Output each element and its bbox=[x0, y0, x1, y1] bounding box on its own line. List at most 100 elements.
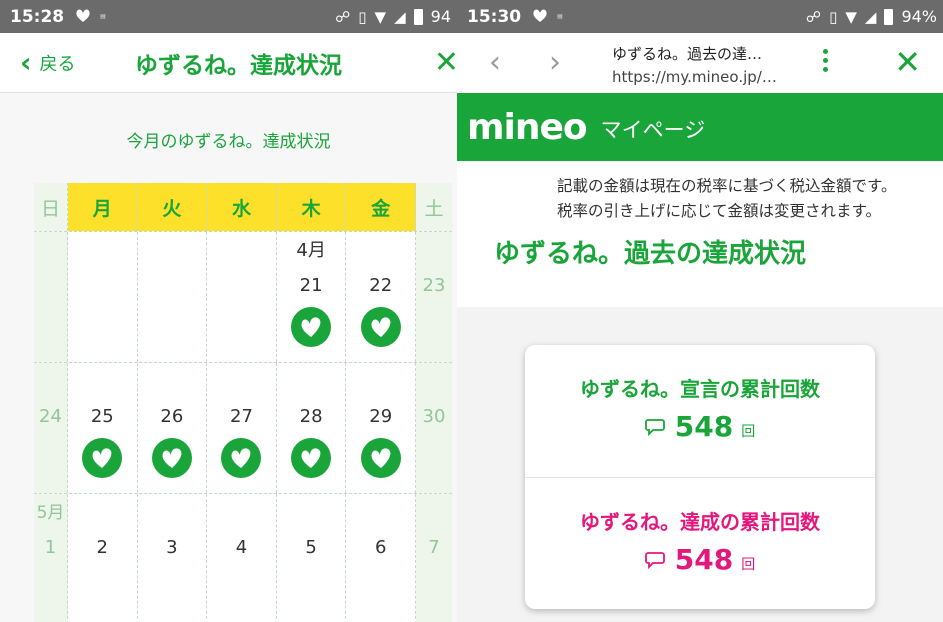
calendar-day-cell: 27 bbox=[207, 363, 277, 493]
achievement-heart-icon bbox=[82, 438, 123, 478]
calendar-week-row: 5月 1 2 3 4 5 6 7 bbox=[34, 493, 452, 622]
month-label: 5月 bbox=[36, 503, 65, 523]
calendar-day-cell: 5 bbox=[276, 494, 347, 622]
mineo-notification-icon bbox=[74, 7, 92, 27]
notice-line-1: 記載の金額は現在の税率に基づく税込金額です。 bbox=[557, 177, 897, 195]
calendar-day-cell: 5月 1 bbox=[34, 494, 68, 622]
calendar-day-cell: 6 bbox=[346, 494, 417, 622]
browser-close-button[interactable]: ✕ bbox=[894, 43, 921, 81]
page-tab-title: ゆずるね。過去の達… bbox=[612, 45, 763, 63]
achievement-heart-icon bbox=[360, 438, 401, 478]
calendar-day-cell: 7 bbox=[416, 494, 452, 622]
status-bar-left: 15:28 ▤ ☍ ▯ ▼ ◢ 94 bbox=[0, 0, 457, 33]
calendar-day-cell: 23 bbox=[416, 232, 452, 362]
stat-unit: 回 bbox=[741, 424, 756, 440]
weekday-sat: 土 bbox=[416, 183, 452, 231]
wifi-icon: ▼ bbox=[374, 7, 387, 26]
month-status-heading: 今月のゆずるね。達成状況 bbox=[126, 132, 331, 152]
news-icon: ▤ bbox=[557, 12, 563, 20]
status-icons: ☍ ▯ ▼ ◢ 94 bbox=[335, 7, 451, 26]
day-number: 7 bbox=[428, 537, 440, 558]
mypage-label: マイページ bbox=[600, 118, 706, 142]
signal-icon: ◢ bbox=[864, 7, 877, 26]
calendar-day-cell bbox=[34, 232, 68, 362]
browser-screen: ‹ › ゆずるね。過去の達… https://my.mineo.jp/… ✕ m… bbox=[457, 33, 943, 622]
weekday-fri: 金 bbox=[346, 183, 417, 231]
calendar-weekday-header: 日 月 火 水 木 金 土 bbox=[34, 183, 452, 231]
calendar-day-cell bbox=[137, 232, 208, 362]
weekday-mon: 月 bbox=[67, 183, 138, 231]
calendar-day-cell bbox=[207, 232, 277, 362]
calendar-day-cell: 28 bbox=[276, 363, 347, 493]
day-number: 28 bbox=[299, 406, 323, 427]
day-number: 23 bbox=[422, 275, 446, 296]
calendar-day-cell: 30 bbox=[416, 363, 452, 493]
achievement-heart-icon bbox=[151, 438, 192, 478]
calendar-day-cell: 2 bbox=[67, 494, 138, 622]
more-vert-icon bbox=[823, 49, 828, 54]
vibrate-icon: ▯ bbox=[829, 7, 838, 26]
page-title: ゆずるね。達成状況 bbox=[135, 52, 342, 79]
achievement-heart-icon bbox=[221, 438, 262, 478]
calendar-week-row: 4月 21 22 23 bbox=[34, 231, 452, 362]
status-time: 15:28 bbox=[10, 6, 65, 27]
back-button[interactable]: ‹ 戻る bbox=[20, 45, 76, 79]
address-bar[interactable]: ゆずるね。過去の達… https://my.mineo.jp/… bbox=[612, 43, 782, 86]
app-header: ‹ 戻る ゆずるね。達成状況 ✕ bbox=[0, 33, 457, 93]
status-time: 15:30 bbox=[467, 6, 522, 27]
back-label: 戻る bbox=[39, 53, 76, 75]
calendar-day-cell: 24 bbox=[34, 363, 68, 493]
day-number: 3 bbox=[166, 537, 178, 558]
day-number: 27 bbox=[230, 406, 253, 427]
weekday-tue: 火 bbox=[137, 183, 208, 231]
calendar-day-cell: 22 bbox=[346, 232, 417, 362]
achievement-heart-icon bbox=[360, 307, 401, 347]
battery-icon bbox=[413, 8, 423, 25]
day-number: 2 bbox=[96, 537, 108, 558]
stat-unit: 回 bbox=[741, 557, 756, 573]
brand-bar: mineo マイページ bbox=[457, 93, 943, 161]
achievement-screen: ‹ 戻る ゆずるね。達成状況 ✕ 今月のゆずるね。達成状況 日 月 火 水 木 … bbox=[0, 33, 457, 622]
speech-bubble-icon bbox=[644, 418, 665, 440]
stat-label: ゆずるね。達成の累計回数 bbox=[580, 510, 820, 534]
nfc-icon: ☍ bbox=[335, 7, 351, 26]
day-number: 29 bbox=[369, 406, 393, 427]
mineo-logo[interactable]: mineo bbox=[467, 107, 588, 148]
weekday-thu: 木 bbox=[276, 183, 347, 231]
calendar: 日 月 火 水 木 金 土 4月 21 22 23 24 25 26 27 28 29 30 5月 1 2… bbox=[34, 183, 452, 622]
calendar-body: 4月 21 22 23 24 25 26 27 28 29 30 5月 1 2 3 4 5 6 7 bbox=[34, 231, 452, 622]
mineo-notification-icon bbox=[531, 7, 549, 27]
more-menu-button[interactable] bbox=[823, 49, 829, 76]
stats-card: ゆずるね。宣言の累計回数 548 回 ゆずるね。達成の累計回数 548 回 bbox=[525, 345, 875, 609]
day-number: 30 bbox=[422, 406, 446, 427]
nfc-icon: ☍ bbox=[805, 7, 822, 26]
chevron-left-icon: ‹ bbox=[20, 45, 32, 79]
stat-value: 548 bbox=[674, 543, 734, 576]
browser-forward-button[interactable]: › bbox=[549, 45, 561, 80]
close-button[interactable]: ✕ bbox=[434, 45, 457, 80]
day-number: 24 bbox=[39, 406, 62, 427]
past-status-title: ゆずるね。過去の達成状況 bbox=[494, 239, 807, 269]
news-icon: ▤ bbox=[100, 12, 106, 20]
calendar-week-row: 24 25 26 27 28 29 30 bbox=[34, 362, 452, 493]
notice-line-2: 税率の引き上げに応じて金額は変更されます。 bbox=[557, 202, 881, 220]
day-number: 21 bbox=[299, 275, 323, 296]
weekday-wed: 水 bbox=[207, 183, 277, 231]
status-bar-right: 15:30 ▤ ☍ ▯ ▼ ◢ 94% bbox=[457, 0, 943, 33]
achievement-heart-icon bbox=[291, 307, 332, 347]
day-number: 26 bbox=[160, 406, 184, 427]
screenshot: 15:28 ▤ ☍ ▯ ▼ ◢ 94 15:30 ▤ ☍ ▯ ▼ ◢ 94% ‹… bbox=[0, 0, 943, 622]
weekday-sun: 日 bbox=[34, 183, 68, 231]
calendar-day-cell: 29 bbox=[346, 363, 417, 493]
browser-toolbar: ‹ › ゆずるね。過去の達… https://my.mineo.jp/… ✕ bbox=[457, 33, 943, 93]
status-icons: ☍ ▯ ▼ ◢ 94% bbox=[806, 7, 937, 26]
battery-level: 94 bbox=[430, 7, 451, 26]
day-number: 22 bbox=[369, 275, 393, 296]
day-number: 25 bbox=[90, 406, 114, 427]
day-number: 6 bbox=[374, 537, 387, 558]
browser-back-button[interactable]: ‹ bbox=[489, 45, 501, 80]
battery-icon bbox=[884, 8, 894, 25]
stat-label: ゆずるね。宣言の累計回数 bbox=[580, 377, 820, 401]
url-text: https://my.mineo.jp/… bbox=[612, 68, 777, 86]
stat-value: 548 bbox=[674, 410, 734, 443]
